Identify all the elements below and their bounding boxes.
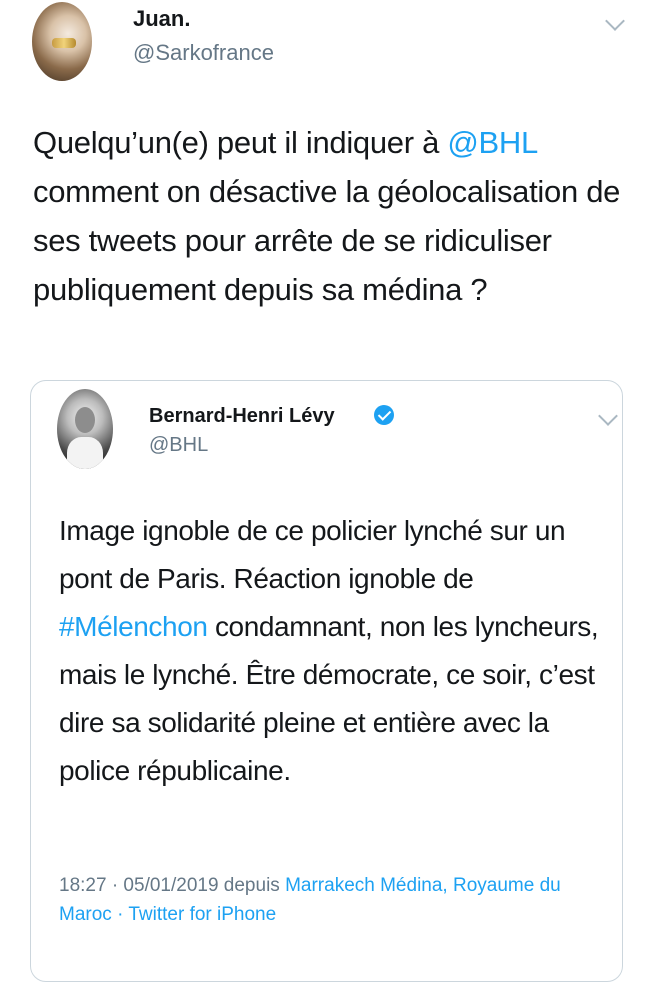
quoted-text-part: Image ignoble de ce policier lynché sur … [59, 515, 566, 594]
meta-separator: · [111, 904, 129, 925]
quoted-tweet-text: Image ignoble de ce policier lynché sur … [59, 507, 619, 795]
timestamp: 18:27 · 05/01/2019 depuis [59, 875, 286, 896]
user-handle[interactable]: @Sarkofrance [133, 40, 274, 66]
verified-badge-icon [374, 405, 394, 425]
avatar[interactable] [32, 2, 92, 81]
quoted-display-name[interactable]: Bernard-Henri Lévy [149, 405, 335, 428]
tweet-text-part: comment on désactive la géolocalisation … [33, 174, 621, 307]
quoted-tweet-card[interactable]: Bernard-Henri Lévy @BHL Image ignoble de… [30, 380, 623, 982]
tweet-text-part: Quelqu’un(e) peut il indiquer à [33, 125, 448, 160]
tweet-metadata: 18:27 · 05/01/2019 depuis Marrakech Médi… [59, 871, 609, 929]
tweet-text: Quelqu’un(e) peut il indiquer à @BHL com… [33, 118, 633, 314]
client-link[interactable]: Twitter for iPhone [128, 904, 276, 925]
hashtag-link[interactable]: #Mélenchon [59, 611, 208, 642]
quoted-avatar[interactable] [57, 389, 113, 469]
chevron-down-icon[interactable] [598, 406, 618, 426]
mention-link[interactable]: @BHL [447, 125, 537, 160]
display-name[interactable]: Juan. [133, 6, 190, 32]
chevron-down-icon[interactable] [605, 11, 625, 31]
quoted-user-handle[interactable]: @BHL [149, 434, 208, 457]
